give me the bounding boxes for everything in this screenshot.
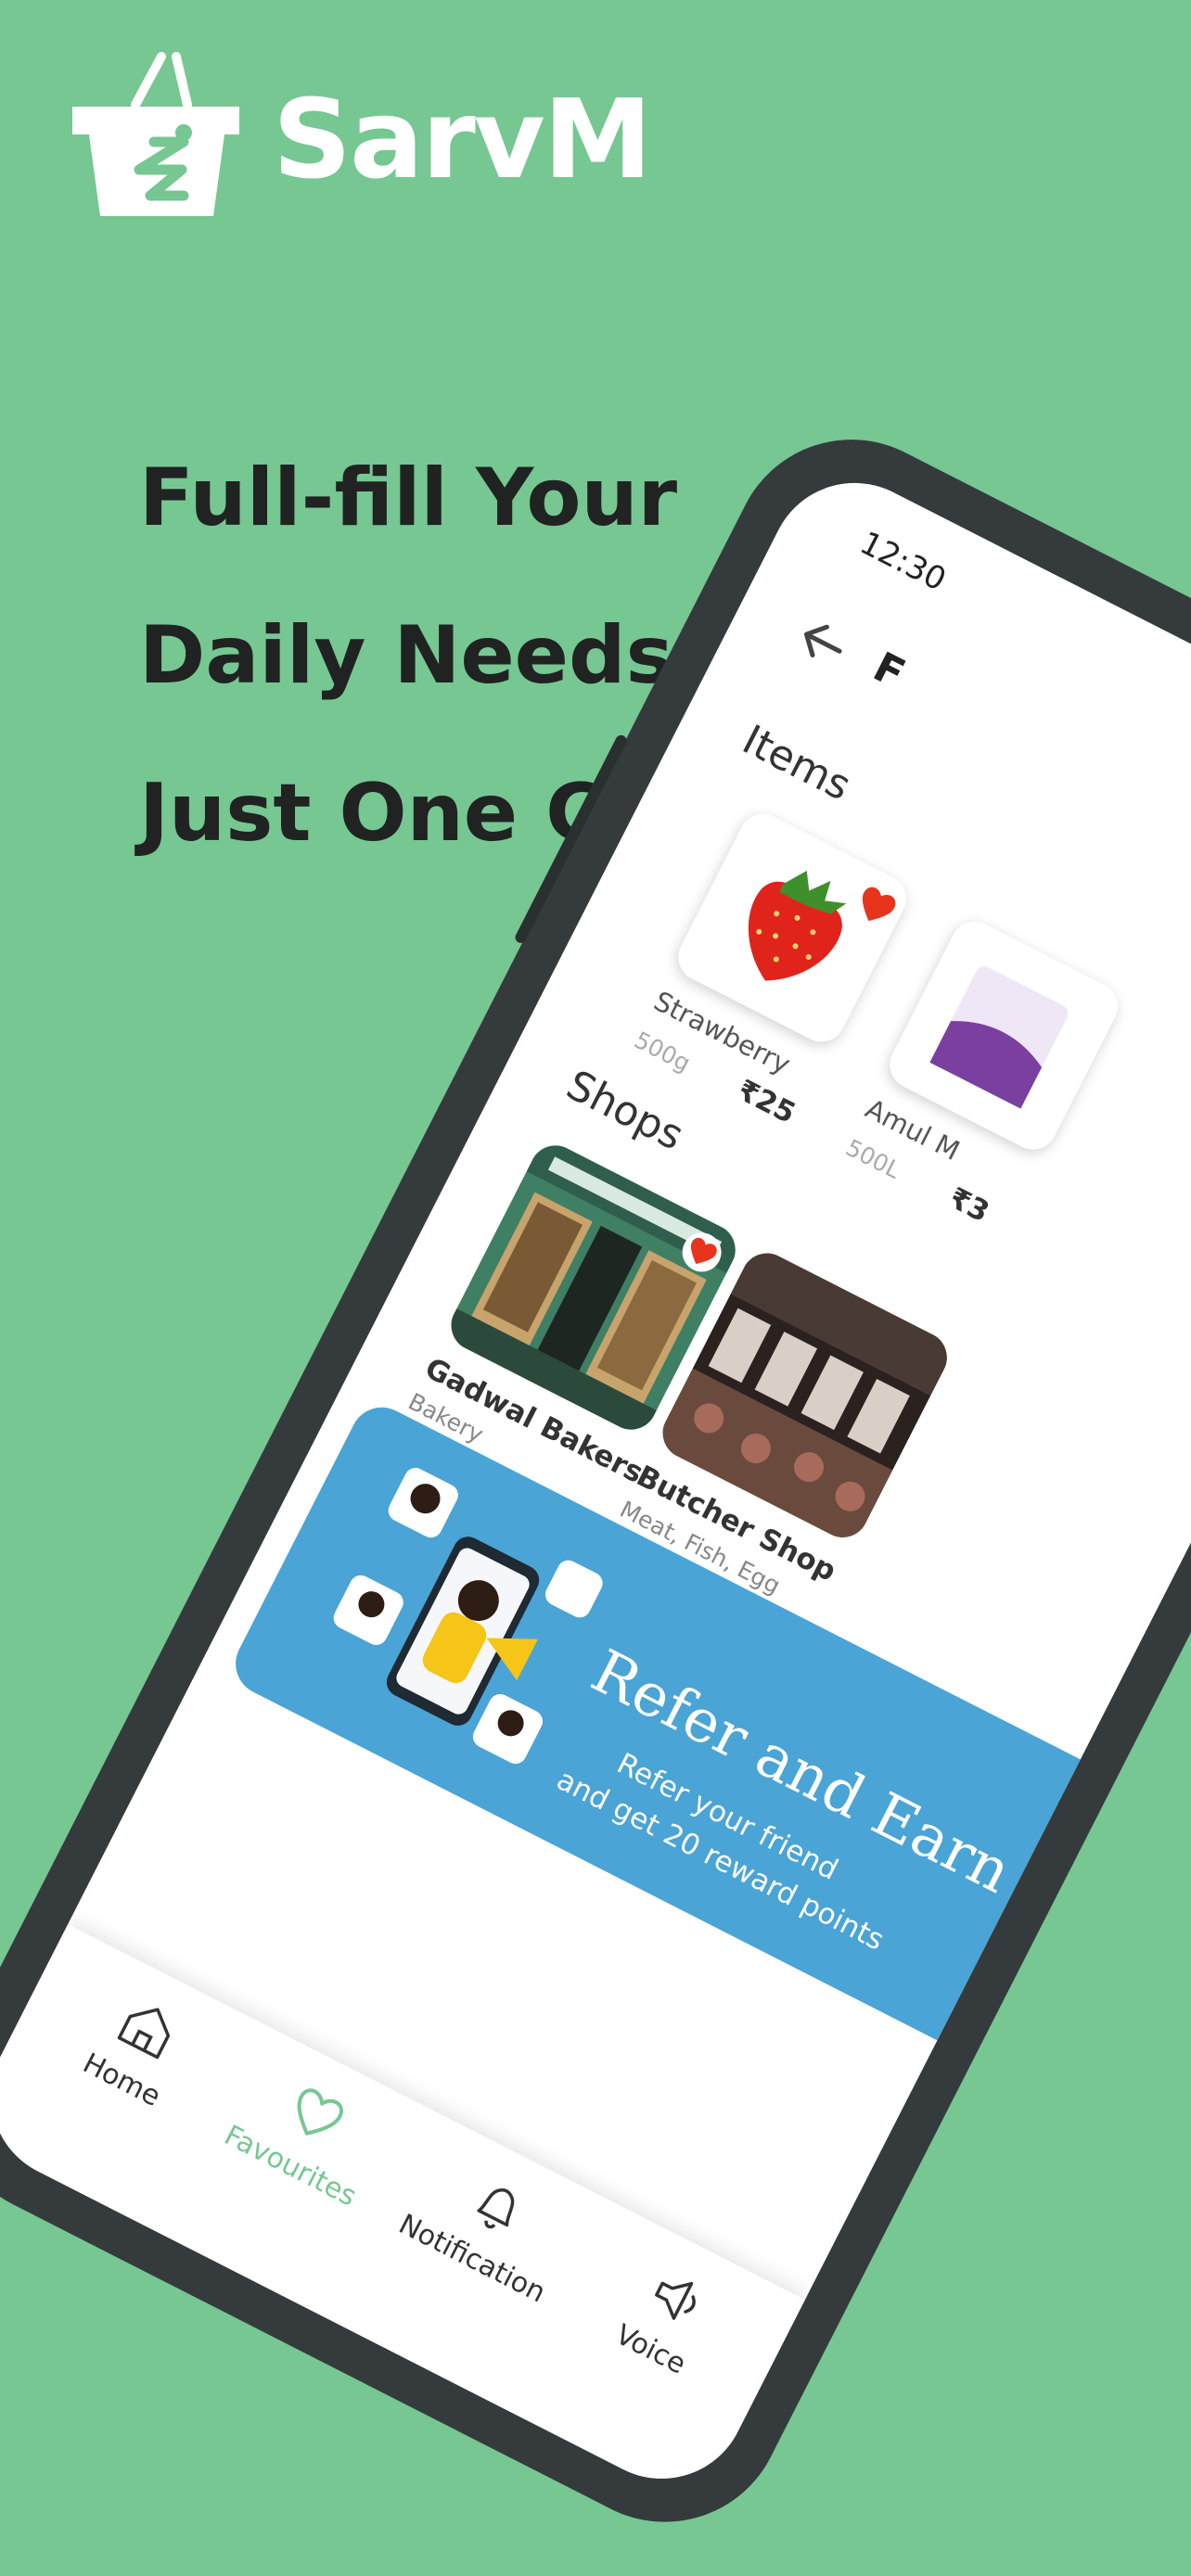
milk-pack-image — [929, 966, 1069, 1109]
shops-section-title: Shops — [558, 1061, 691, 1160]
bell-icon — [477, 2187, 515, 2229]
arrow-left-icon[interactable] — [788, 608, 856, 676]
page-title: F — [865, 643, 913, 698]
strawberry-image — [749, 871, 847, 981]
item-price: ₹25 — [732, 1073, 801, 1131]
shopping-basket-icon — [72, 52, 239, 216]
heart-icon — [297, 2088, 344, 2136]
nav-notification[interactable]: Notification — [382, 2139, 595, 2315]
brand-name: SarvM — [273, 75, 652, 203]
refer-illustration — [333, 1468, 603, 1765]
heart-filled-icon[interactable] — [849, 879, 903, 934]
speaker-icon — [655, 2281, 696, 2320]
home-icon — [117, 2008, 171, 2060]
item-qty: 500g — [630, 1026, 695, 1078]
item-price: ₹3 — [943, 1180, 995, 1230]
nav-voice[interactable]: Voice — [560, 2230, 773, 2406]
status-time: 12:30 — [853, 524, 953, 599]
brand-logo: SarvM — [72, 51, 652, 218]
item-qty: 500L — [841, 1133, 905, 1184]
items-section-title: Items — [735, 716, 859, 810]
nav-home[interactable]: Home — [32, 1961, 244, 2137]
nav-favourites[interactable]: Favourites — [200, 2047, 413, 2223]
